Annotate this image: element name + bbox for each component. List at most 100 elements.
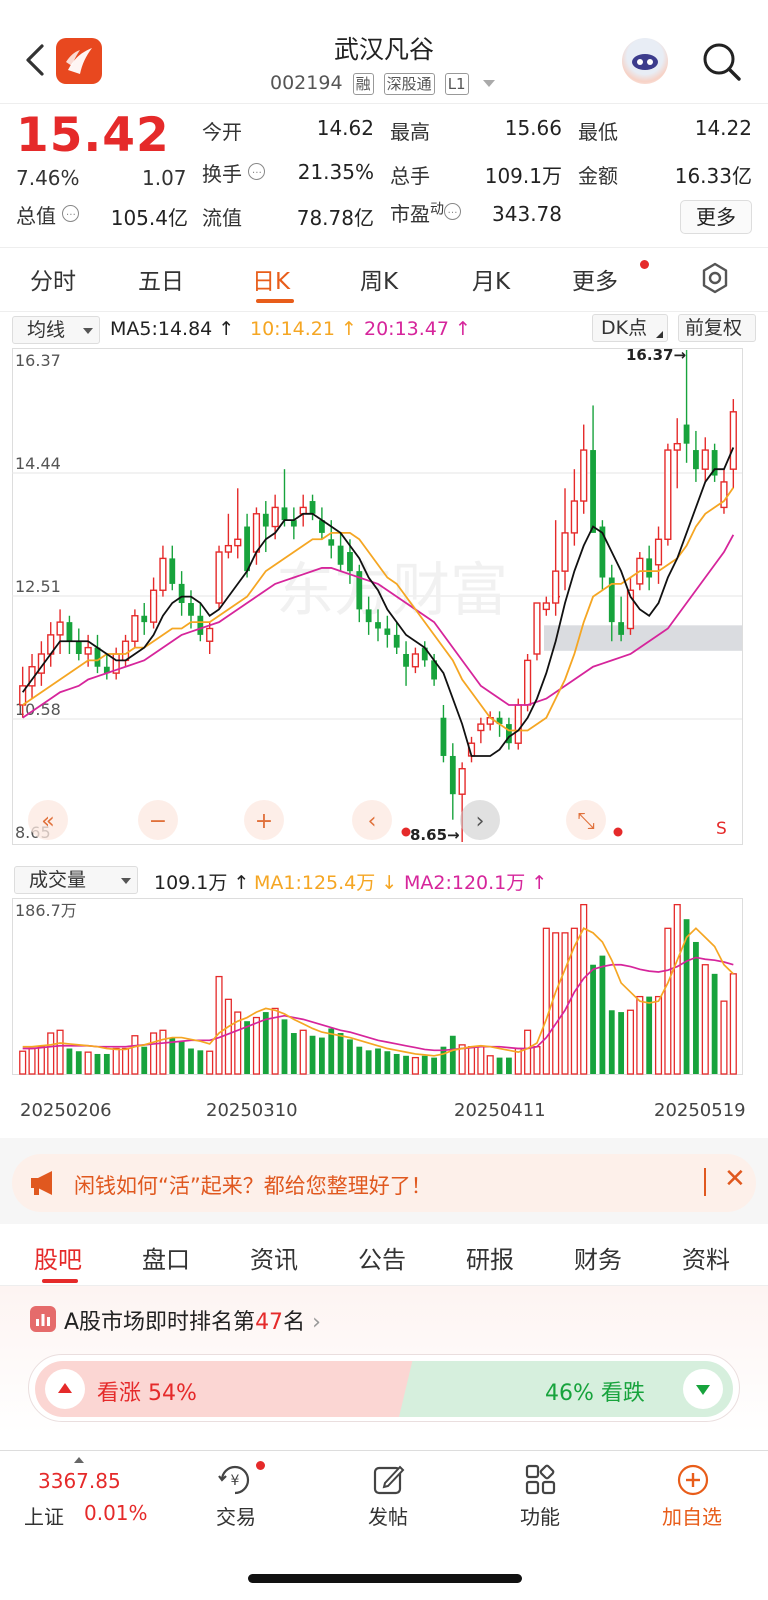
banner-divider [704,1168,706,1196]
watermark: 东方财富 [276,556,508,624]
tab-weekly-k[interactable]: 周K [360,262,398,296]
high-label: 最高 [390,120,430,144]
nav-add-watchlist[interactable]: 加自选 [642,1501,742,1530]
volume-legend-row: 成交量 109.1万 ↑ MA1:125.4万 ↓ MA2:120.1万 ↑ [0,862,768,898]
candle-body [121,640,130,662]
tab-research[interactable]: 研报 [466,1240,514,1275]
volume-bar [664,927,672,1075]
price-adjust-button[interactable]: 前复权 [678,314,756,342]
ma10-label: 10:14.21 ↑ [250,318,357,340]
vote-bear-button[interactable]: 46% 看跌 [399,1361,733,1417]
last-price: 15.42 [16,108,170,163]
candle-body [224,544,232,553]
candle-body [458,768,466,795]
notification-dot-icon [256,1461,265,1470]
volume-bar [84,1051,92,1075]
step-back-icon[interactable]: ‹ [352,800,392,840]
tab-daily-k[interactable]: 日K [252,262,290,296]
index-name[interactable]: 上证 [24,1501,64,1530]
nav-functions[interactable]: 功能 [490,1501,590,1530]
volume-bar [178,1041,185,1074]
new-dot-icon [640,260,649,269]
tab-five-day[interactable]: 五日 [138,262,184,296]
volume-bar [701,964,709,1075]
index-change[interactable]: 0.01% [84,1501,148,1525]
volume-bar [188,1048,194,1074]
candle-body [188,603,194,616]
search-icon[interactable] [700,40,744,84]
date-tick: 20250411 [454,1100,546,1121]
tab-monthly-k[interactable]: 月K [472,262,510,296]
tab-forum[interactable]: 股吧 [34,1240,82,1275]
close-icon[interactable]: ✕ [724,1164,746,1194]
volume-bar [375,1048,381,1074]
candle-body [673,442,681,451]
market-rank-link[interactable]: A股市场即时排名第47名 › [64,1304,321,1336]
ai-robot-icon[interactable] [622,38,668,84]
grid-apps-icon[interactable] [524,1463,558,1497]
mktcap-label: 总值 … [16,200,80,229]
volume-bar [599,955,606,1074]
candle-body [720,481,728,509]
nav-trade[interactable]: 交易 [186,1501,286,1530]
dk-point-button[interactable]: DK点 [592,314,668,342]
volume-value: 109.1万 [484,164,562,188]
indicator-select[interactable]: 均线 [12,316,100,344]
candle [664,443,672,546]
candle-body [580,449,588,502]
candle-body [84,646,92,655]
tag-dropdown-icon[interactable] [482,80,495,87]
settings-gear-icon[interactable] [698,261,732,295]
tab-financials[interactable]: 财务 [574,1240,622,1275]
index-expand-icon[interactable] [74,1457,84,1463]
tab-more[interactable]: 更多 [572,262,618,296]
yuan-trade-icon[interactable]: ¥ [216,1463,254,1497]
turnover-value: 21.35% [297,160,374,184]
vote-bull-button[interactable]: 看涨 54% [35,1361,415,1417]
zoom-out-icon[interactable]: − [138,800,178,840]
nav-post[interactable]: 发帖 [338,1501,438,1530]
index-value[interactable]: 3367.85 [38,1469,121,1493]
tab-profile[interactable]: 资料 [682,1240,730,1275]
candle-body [552,570,560,604]
edit-post-icon[interactable] [372,1463,406,1497]
zoom-in-icon[interactable]: + [244,800,284,840]
volume-bar [121,1047,130,1075]
fullscreen-icon[interactable]: ⤡ [566,800,606,840]
volume-bar [309,1035,316,1074]
signal-dot [613,827,623,837]
candle-body [159,557,167,591]
candle-body [693,450,699,470]
chevron-down-icon [83,328,93,334]
amount-label: 金额 [578,164,618,188]
volume-bar [646,996,653,1074]
zoom-in-icon-glyph: + [255,809,273,834]
tab-orderbook[interactable]: 盘口 [142,1240,190,1275]
low-label: 最低 [578,120,618,144]
ma-legend-row: 均线 MA5:14.84 ↑ 10:14.21 ↑ 20:13.47 ↑ DK点… [0,312,768,348]
candle-body [281,507,288,521]
fast-backward-icon[interactable]: « [28,800,68,840]
promo-banner[interactable]: 闲钱如何“活”起来？都给您整理好了！ ✕ [12,1154,756,1212]
tab-news[interactable]: 资讯 [250,1240,298,1275]
volume-indicator-select[interactable]: 成交量 [14,866,138,894]
volume-bar [94,1053,101,1074]
volume-bar [28,1047,36,1075]
volume-bar [693,941,699,1074]
candle-body [262,513,269,527]
volume-bar [365,1050,372,1074]
volume-chart[interactable]: 186.7万 [12,898,756,1098]
volume-bar [552,932,560,1075]
tab-announcements[interactable]: 公告 [358,1240,406,1275]
ma5-label: MA5:14.84 ↑ [110,318,235,340]
connect-tag: 深股通 [383,73,435,95]
chevron-down-icon [121,878,131,884]
volume-bar [618,1012,625,1074]
step-forward-icon[interactable]: › [460,800,500,840]
kline-chart[interactable]: 16.3714.4412.5110.588.65东方财富16.37→8.65→S… [12,348,756,860]
svg-text:¥: ¥ [231,1473,240,1489]
add-watchlist-icon[interactable] [676,1463,710,1497]
candle-body [646,558,653,578]
tab-intraday[interactable]: 分时 [30,262,76,296]
more-quote-button[interactable]: 更多 [680,200,752,234]
